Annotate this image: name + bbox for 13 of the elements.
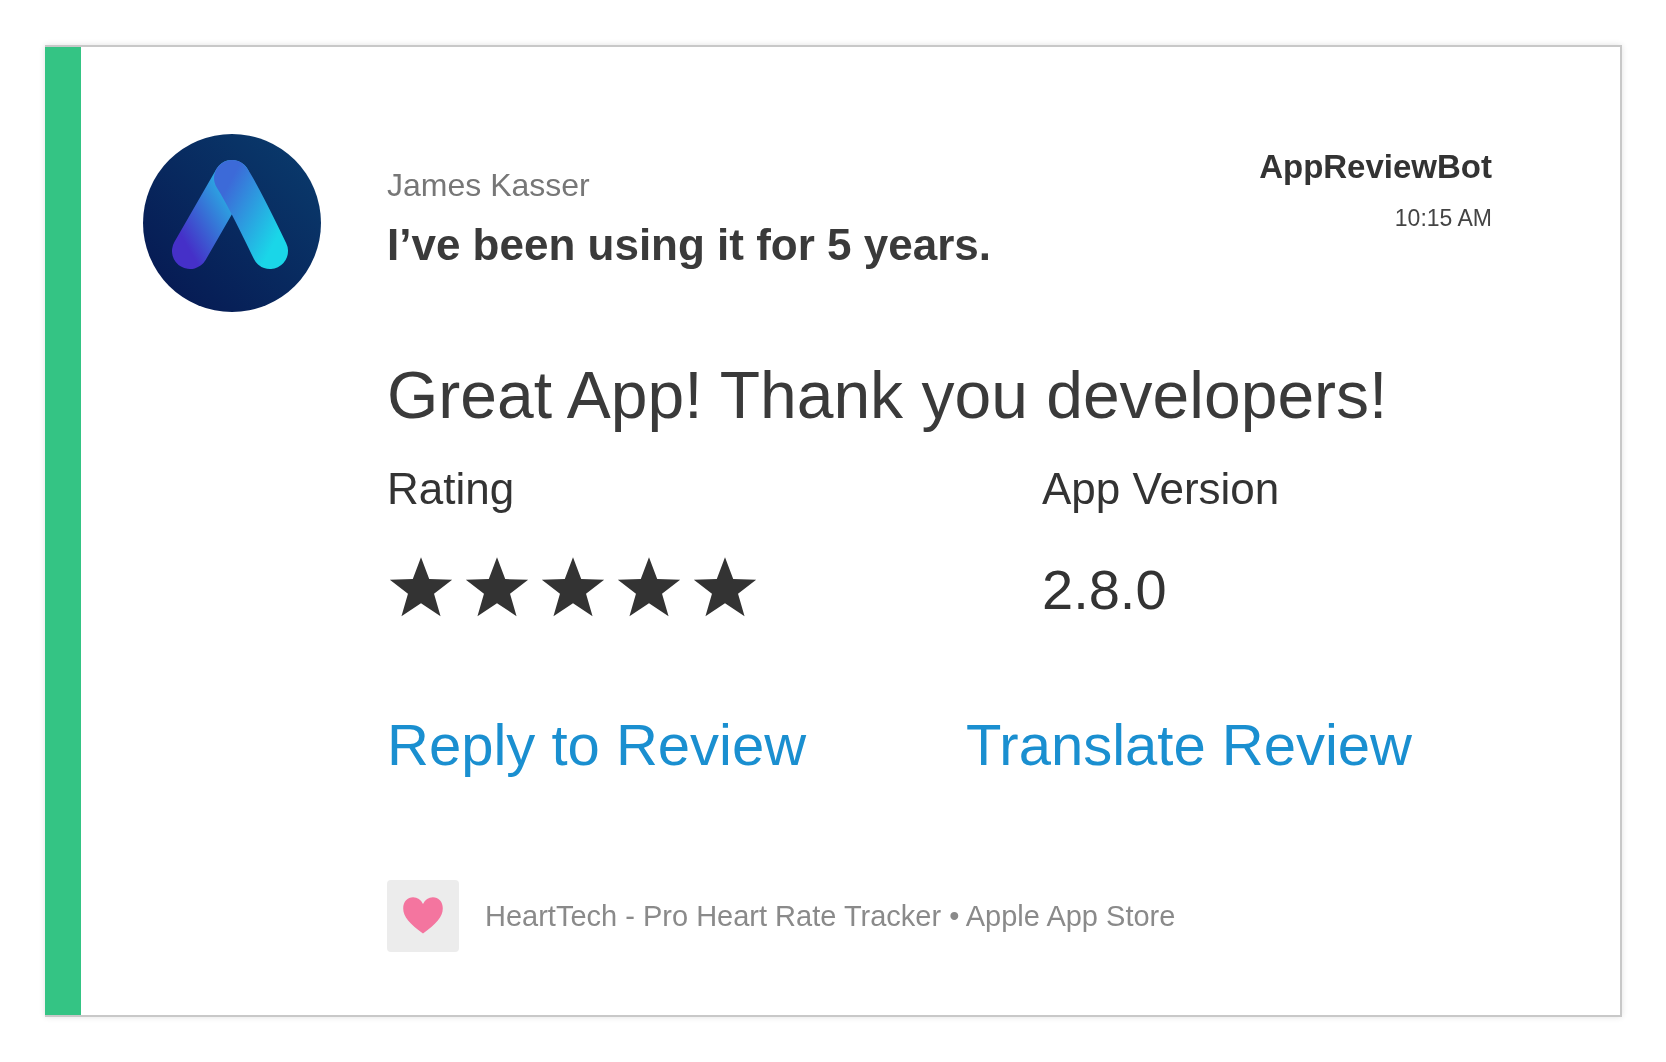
- author-name: James Kasser: [387, 166, 591, 205]
- review-title: I’ve been using it for 5 years.: [387, 219, 991, 271]
- bot-name: AppReviewBot: [1259, 147, 1492, 187]
- action-link[interactable]: Reply to Review: [387, 710, 807, 780]
- field-label: App Version: [1042, 463, 1281, 515]
- field-value: 2.8.0: [1042, 557, 1168, 623]
- field-label: Rating: [387, 463, 516, 515]
- app-source: HeartTech - Pro Heart Rate Tracker • Apple App Store: [485, 899, 1176, 933]
- app-logo-icon: [142, 133, 322, 313]
- app-icon: [387, 880, 459, 952]
- review-text: Great App! Thank you developers!: [387, 357, 1389, 433]
- action-link[interactable]: Translate Review: [966, 710, 1412, 780]
- timestamp: 10:15 AM: [1394, 205, 1492, 232]
